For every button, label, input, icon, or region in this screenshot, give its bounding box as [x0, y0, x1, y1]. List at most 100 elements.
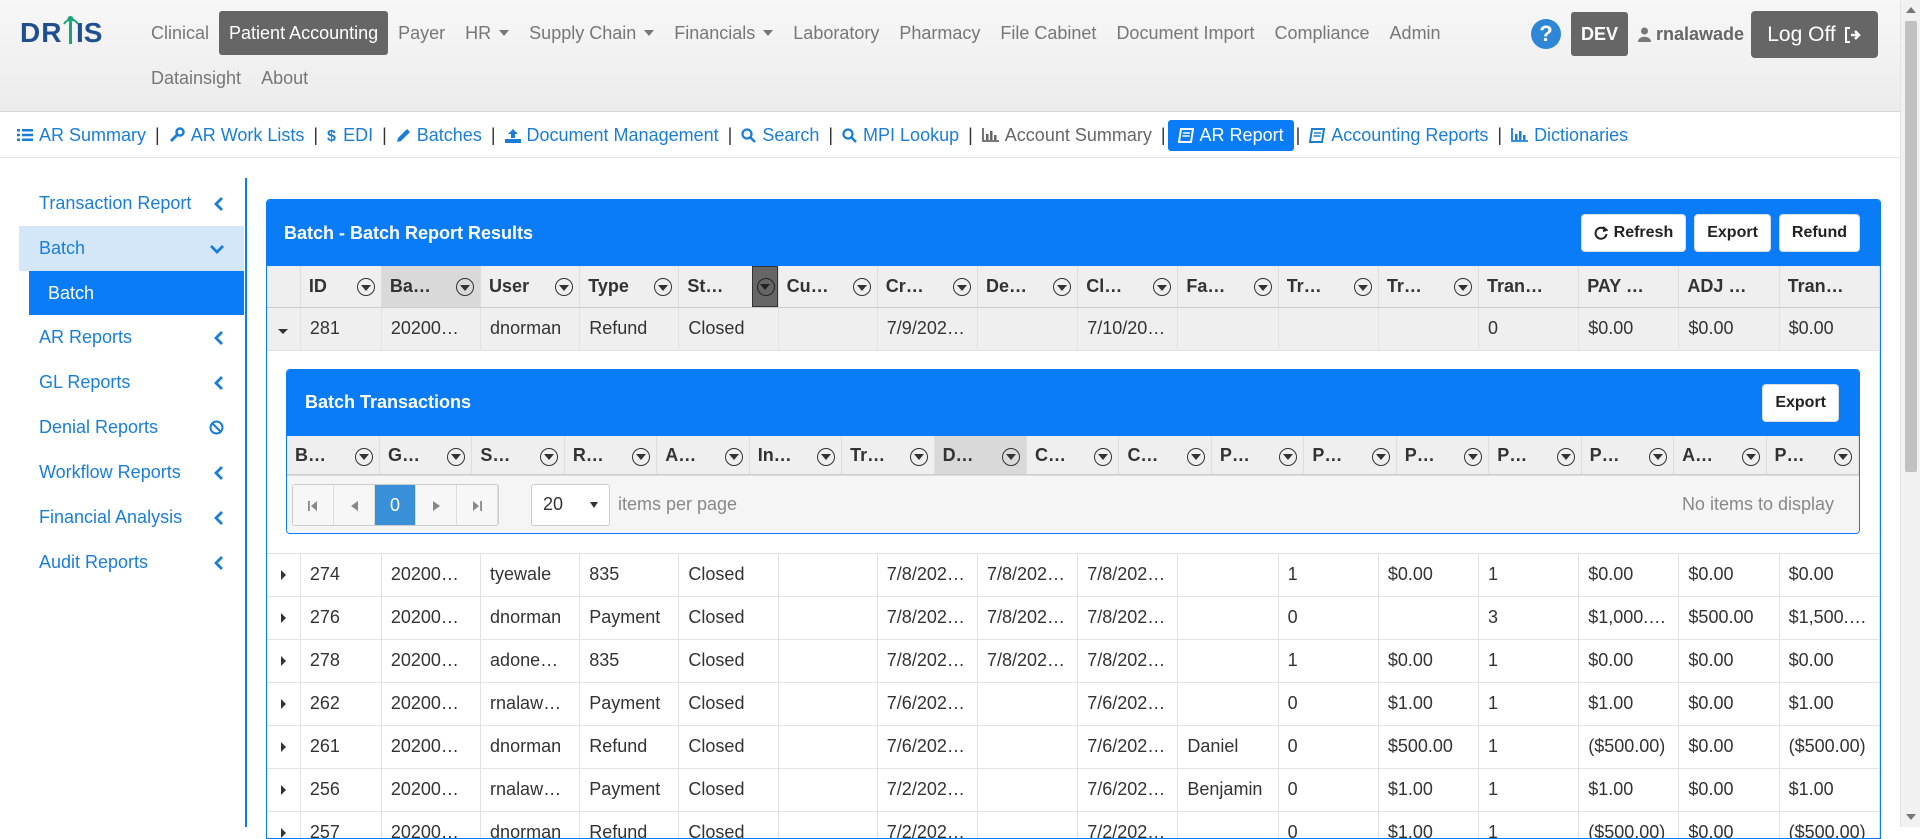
menu-patient-accounting[interactable]: Patient Accounting — [219, 11, 389, 55]
filter-icon[interactable] — [1094, 447, 1113, 466]
user-menu[interactable]: rnalawade — [1638, 12, 1744, 56]
table-row[interactable]: 261 20200… dnorman Refund Closed 7/6/202… 7/6/… — [267, 725, 1880, 769]
filter-icon[interactable] — [555, 278, 574, 296]
expand-toggle[interactable] — [267, 768, 301, 812]
filter-icon[interactable] — [1353, 278, 1372, 296]
column-header[interactable]: PAY To… — [1578, 266, 1680, 308]
prev-page-icon[interactable] — [334, 484, 375, 525]
expand-toggle[interactable] — [267, 553, 301, 597]
column-header[interactable]: ADJ T… — [1678, 266, 1780, 308]
sidebar-item-batch[interactable]: Batch — [19, 226, 244, 271]
filter-icon[interactable] — [1834, 447, 1852, 466]
filter-icon[interactable] — [1454, 278, 1473, 296]
module-mpi-lookup[interactable]: MPI Lookup — [835, 120, 966, 151]
next-page-icon[interactable] — [416, 484, 457, 525]
first-page-icon[interactable] — [293, 484, 334, 525]
filter-icon[interactable] — [356, 278, 375, 296]
column-header[interactable]: St… — [678, 266, 779, 308]
module-ar-report[interactable]: AR Report — [1167, 119, 1294, 151]
column-header[interactable]: C… — [1026, 435, 1120, 476]
module-dictionaries[interactable]: Dictionaries — [1504, 120, 1635, 151]
column-header[interactable]: P… — [1581, 435, 1675, 476]
filter-icon[interactable] — [724, 447, 743, 466]
menu-clinical[interactable]: Clinical — [141, 11, 219, 55]
sidebar-item-gl-reports[interactable]: GL Reports — [19, 360, 244, 405]
scroll-down-arrow-icon[interactable] — [1906, 814, 1916, 820]
column-header[interactable]: P… — [1211, 435, 1305, 476]
table-row[interactable]: 256 20200… rnalaw… Payment Closed 7/2/202… 7/6… — [267, 768, 1880, 812]
table-row[interactable]: 257 20200… dnorman Refund Closed 7/2/202… 7/2/… — [267, 811, 1880, 838]
filter-icon[interactable] — [1556, 447, 1575, 466]
menu-compliance[interactable]: Compliance — [1265, 11, 1380, 55]
table-row[interactable]: 281 20200… dnorman Refund Closed 7/9/202… 7/10… — [267, 307, 1880, 351]
column-header[interactable]: P… — [1488, 435, 1582, 476]
column-header[interactable]: Trans # — [1478, 266, 1580, 308]
menu-datainsight[interactable]: Datainsight — [141, 56, 251, 100]
filter-icon[interactable] — [953, 278, 971, 296]
column-header[interactable]: Trans … — [1779, 266, 1880, 308]
module-account-summary[interactable]: Account Summary — [975, 120, 1159, 151]
column-header[interactable]: Fa… — [1177, 266, 1279, 308]
menu-supply-chain[interactable]: Supply Chain — [519, 11, 664, 55]
column-header[interactable]: P… — [1396, 435, 1490, 476]
sidebar-item-workflow-reports[interactable]: Workflow Reports — [19, 450, 244, 495]
menu-financials[interactable]: Financials — [664, 11, 783, 55]
export-button[interactable]: Export — [1694, 214, 1771, 252]
dris-logo[interactable]: DR IS — [20, 14, 122, 50]
filter-icon[interactable] — [632, 447, 651, 466]
filter-icon[interactable] — [1371, 447, 1390, 466]
column-header[interactable]: G… — [379, 435, 473, 476]
menu-file-cabinet[interactable]: File Cabinet — [990, 11, 1106, 55]
table-row[interactable]: 276 20200… dnorman Payment Closed 7/8/202… 7/8… — [267, 596, 1880, 640]
expand-toggle[interactable] — [267, 596, 301, 640]
expand-toggle[interactable] — [267, 307, 301, 351]
column-header[interactable]: D… — [934, 435, 1028, 476]
menu-pharmacy[interactable]: Pharmacy — [889, 11, 990, 55]
menu-hr[interactable]: HR — [455, 11, 519, 55]
filter-icon[interactable] — [456, 278, 475, 296]
column-header[interactable]: ID — [300, 266, 382, 308]
menu-admin[interactable]: Admin — [1380, 11, 1451, 55]
filter-icon[interactable] — [1649, 447, 1668, 466]
column-header[interactable]: Cl… — [1077, 266, 1179, 308]
page-size-select[interactable]: 20 — [531, 483, 610, 526]
column-header[interactable]: C… — [1118, 435, 1212, 476]
module-accounting-reports[interactable]: Accounting Reports — [1302, 120, 1495, 151]
menu-payer[interactable]: Payer — [388, 11, 455, 55]
page-scrollbar[interactable] — [1900, 0, 1920, 827]
expand-toggle[interactable] — [267, 811, 301, 838]
menu-laboratory[interactable]: Laboratory — [783, 11, 889, 55]
table-row[interactable]: 278 20200… adone… 835 Closed 7/8/202… 7/8/202…… — [267, 639, 1880, 683]
column-header[interactable]: B… — [287, 435, 380, 476]
module-ar-work-lists[interactable]: AR Work Lists — [162, 120, 312, 151]
last-page-icon[interactable] — [457, 484, 498, 525]
filter-icon[interactable] — [1253, 278, 1272, 296]
column-header[interactable]: P… — [1766, 435, 1859, 476]
column-header[interactable]: Type — [579, 266, 680, 308]
column-header[interactable]: A… — [1673, 435, 1767, 476]
filter-icon[interactable] — [1153, 278, 1172, 296]
sidebar-item-audit-reports[interactable]: Audit Reports — [19, 540, 244, 585]
module-ar-summary[interactable]: AR Summary — [10, 120, 153, 151]
refund-button[interactable]: Refund — [1778, 214, 1860, 252]
column-header[interactable]: In… — [749, 435, 843, 476]
filter-icon[interactable] — [1053, 278, 1072, 296]
scroll-up-arrow-icon[interactable] — [1906, 7, 1916, 13]
filter-icon[interactable] — [1002, 447, 1020, 466]
menu-document-import[interactable]: Document Import — [1106, 11, 1264, 55]
filter-icon[interactable] — [1279, 447, 1298, 466]
module-document-management[interactable]: Document Management — [498, 120, 726, 151]
sidebar-item-transaction-report[interactable]: Transaction Report — [19, 181, 244, 226]
filter-icon[interactable] — [1186, 447, 1205, 466]
table-row[interactable]: 262 20200… rnalaw… Payment Closed 7/6/202… 7/6… — [267, 682, 1880, 726]
module-edi[interactable]: $ EDI — [320, 120, 380, 151]
filter-icon[interactable] — [447, 447, 466, 466]
sidebar-item-financial-analysis[interactable]: Financial Analysis — [19, 495, 244, 540]
column-header[interactable]: A… — [656, 435, 750, 476]
filter-icon[interactable] — [751, 266, 778, 306]
log-off-button[interactable]: Log Off — [1751, 11, 1878, 58]
filter-icon[interactable] — [909, 447, 928, 466]
filter-icon[interactable] — [1741, 447, 1760, 466]
column-header[interactable]: User — [480, 266, 581, 308]
column-header[interactable]: R… — [564, 435, 658, 476]
